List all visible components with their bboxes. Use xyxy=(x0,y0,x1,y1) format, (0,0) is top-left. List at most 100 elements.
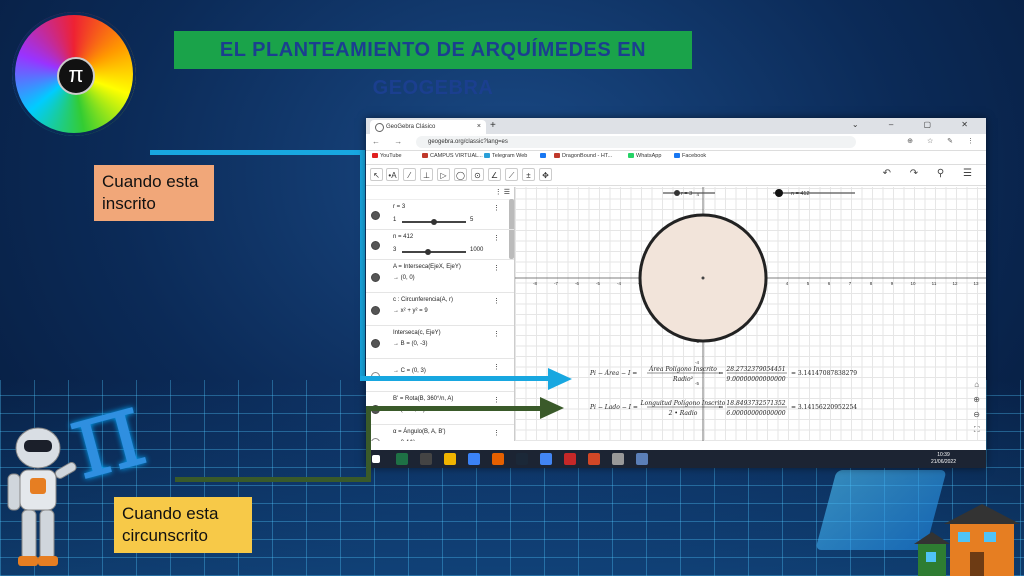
bookmark-favicon-icon xyxy=(372,153,378,159)
graphics-view[interactable]: -8-7-6-5-4-3-2-1123456789101112134321-1-… xyxy=(515,187,986,441)
slider-knob[interactable] xyxy=(425,249,432,255)
algebra-header: ⋮ ☰ xyxy=(366,187,514,200)
bookmark-item[interactable] xyxy=(540,153,548,159)
slide-title: EL PLANTEAMIENTO DE ARQUÍMEDES EN GEOGEB… xyxy=(174,31,692,99)
bookmark-favicon-icon xyxy=(674,153,680,159)
new-tab-button[interactable]: + xyxy=(490,120,496,132)
slider-min-label: 1 xyxy=(393,217,397,223)
point-a[interactable] xyxy=(701,276,705,280)
conic-tool-icon[interactable]: ⊙ xyxy=(471,168,484,181)
perpendicular-tool-icon[interactable]: ⊥ xyxy=(420,168,433,181)
taskbar-app-icon[interactable] xyxy=(468,453,480,465)
reflect-tool-icon[interactable]: ⟋ xyxy=(505,168,518,181)
formula-num2: 18.8493732571352 xyxy=(726,400,785,407)
visibility-toggle-icon[interactable] xyxy=(371,437,380,441)
visibility-toggle-icon[interactable] xyxy=(371,338,380,348)
circle-tool-icon[interactable]: ◯ xyxy=(454,168,467,181)
algebra-row[interactable]: α = Ángulo(B, A, B')→ 0.44°⋮ xyxy=(366,425,514,441)
slider-max-label: 5 xyxy=(470,217,474,223)
visibility-toggle-icon[interactable] xyxy=(371,211,380,220)
x-tick-label: -8 xyxy=(533,281,537,286)
algebra-row[interactable]: A = Interseca(EjeX, EjeY) → (0, 0) ⋮ xyxy=(366,260,514,293)
line-tool-icon[interactable]: ⁄ xyxy=(403,168,416,181)
graphics-slider-r-knob[interactable] xyxy=(674,190,680,196)
row-menu-icon[interactable]: ⋮ xyxy=(493,204,500,212)
row-menu-icon[interactable]: ⋮ xyxy=(493,396,500,404)
taskbar-app-icon[interactable] xyxy=(444,453,456,465)
windows-taskbar: 10:39 21/06/2022 xyxy=(366,450,986,468)
row-menu-icon[interactable]: ⋮ xyxy=(493,363,500,371)
x-tick-label: 8 xyxy=(870,281,873,286)
visibility-toggle-icon[interactable] xyxy=(371,305,380,315)
formula-num: Área Polígono Inscrito xyxy=(648,366,717,373)
x-tick-label: -6 xyxy=(575,281,579,286)
taskbar-app-icon[interactable] xyxy=(588,453,600,465)
algebra-row[interactable]: r = 3 1 5 ⋮ xyxy=(366,200,514,230)
formula-num2: 28.2732379054451 xyxy=(725,366,785,373)
taskbar-app-icon[interactable] xyxy=(396,453,408,465)
taskbar-app-icon[interactable] xyxy=(636,453,648,465)
formula-num: Longuitud Polígono Inscrito xyxy=(640,400,726,407)
y-tick-label: -4 xyxy=(695,360,699,365)
taskbar-app-icon[interactable] xyxy=(516,453,528,465)
algebra-row[interactable]: Interseca(c, EjeY) → B = (0, -3) ⋮ xyxy=(366,326,514,359)
house-icon xyxy=(914,504,1020,576)
geogebra-toolbar-right[interactable]: ↶ ↷ ⚲ ☰ xyxy=(883,168,980,179)
y-tick-label: -5 xyxy=(695,381,699,386)
row-menu-icon[interactable]: ⋮ xyxy=(493,264,500,272)
slider-min-label: 3 xyxy=(393,247,397,253)
graphics-side-icons[interactable]: ⌂ ⊕ ⊖ ⛶ xyxy=(973,377,980,437)
polygon-tool-icon[interactable]: ▷ xyxy=(437,168,450,181)
algebra-menu-icon[interactable]: ⋮ ☰ xyxy=(495,188,510,196)
algebra-row[interactable]: c : Circunferencia(A, r) → x² + y² = 9 ⋮ xyxy=(366,293,514,326)
algebra-row[interactable]: n = 412 3 1000 ⋮ xyxy=(366,230,514,260)
graphics-slider-n-label: n = 412 xyxy=(791,191,810,197)
windows-start-icon[interactable] xyxy=(372,455,380,463)
bookmark-item[interactable]: DragonBound - HT... xyxy=(554,153,612,159)
formula-lhs: Pi − Área − I = xyxy=(589,370,637,377)
bookmark-item[interactable]: CAMPUS VIRTUAL... xyxy=(422,153,483,159)
slider-knob[interactable] xyxy=(431,219,437,225)
row-menu-icon[interactable]: ⋮ xyxy=(493,330,500,338)
bookmark-favicon-icon xyxy=(484,153,490,159)
bookmark-label: Facebook xyxy=(682,153,707,159)
graphics-slider-n-knob[interactable] xyxy=(775,189,783,197)
window-controls[interactable]: ⌄ – ▢ ✕ xyxy=(852,120,982,129)
blue-arrow-shaft xyxy=(360,376,550,381)
tab-title: GeoGebra Clásico xyxy=(386,124,436,130)
geogebra-toolbar: ↖ •A ⁄ ⊥ ▷ ◯ ⊙ ∠ ⟋ ± ✥ ↶ ↷ ⚲ ☰ xyxy=(366,165,986,186)
taskbar-app-icon[interactable] xyxy=(612,453,624,465)
formula-den2: 6.00000000000000 xyxy=(726,410,785,417)
bookmark-label: Telegram Web xyxy=(492,153,528,159)
green-arrow-shaft xyxy=(366,406,542,411)
address-bar-icons[interactable]: ⊕ ☆ ✎ ⋮ xyxy=(907,137,980,145)
angle-tool-icon[interactable]: ∠ xyxy=(488,168,501,181)
bookmark-label: CAMPUS VIRTUAL... xyxy=(430,153,483,159)
taskbar-app-icon[interactable] xyxy=(492,453,504,465)
visibility-toggle-icon[interactable] xyxy=(371,241,380,250)
taskbar-app-icon[interactable] xyxy=(540,453,552,465)
slider-track[interactable] xyxy=(402,251,466,253)
bookmark-item[interactable]: WhatsApp xyxy=(628,153,661,159)
visibility-toggle-icon[interactable] xyxy=(371,272,380,282)
tab-geogebra[interactable]: GeoGebra Clásico × xyxy=(370,120,486,134)
move-tool-icon[interactable]: ↖ xyxy=(370,168,383,181)
taskbar-app-icon[interactable] xyxy=(564,453,576,465)
row-menu-icon[interactable]: ⋮ xyxy=(493,429,500,437)
taskbar-app-icon[interactable] xyxy=(420,453,432,465)
row-menu-icon[interactable]: ⋮ xyxy=(493,297,500,305)
bookmark-item[interactable]: YouTube xyxy=(372,153,402,159)
url-input[interactable]: geogebra.org/classic?lang=es xyxy=(416,136,856,148)
slider-tool-icon[interactable]: ± xyxy=(522,168,535,181)
x-tick-label: -7 xyxy=(554,281,558,286)
bookmark-item[interactable]: Facebook xyxy=(674,153,706,159)
green-arrow-head xyxy=(540,397,564,419)
close-tab-icon[interactable]: × xyxy=(477,120,481,134)
label-circumscribed: Cuando esta circunscrito xyxy=(114,497,252,553)
move-view-tool-icon[interactable]: ✥ xyxy=(539,168,552,181)
row-menu-icon[interactable]: ⋮ xyxy=(493,234,500,242)
x-tick-label: 4 xyxy=(786,281,789,286)
point-tool-icon[interactable]: •A xyxy=(386,168,399,181)
green-connector-line xyxy=(366,406,371,482)
bookmark-item[interactable]: Telegram Web xyxy=(484,153,527,159)
